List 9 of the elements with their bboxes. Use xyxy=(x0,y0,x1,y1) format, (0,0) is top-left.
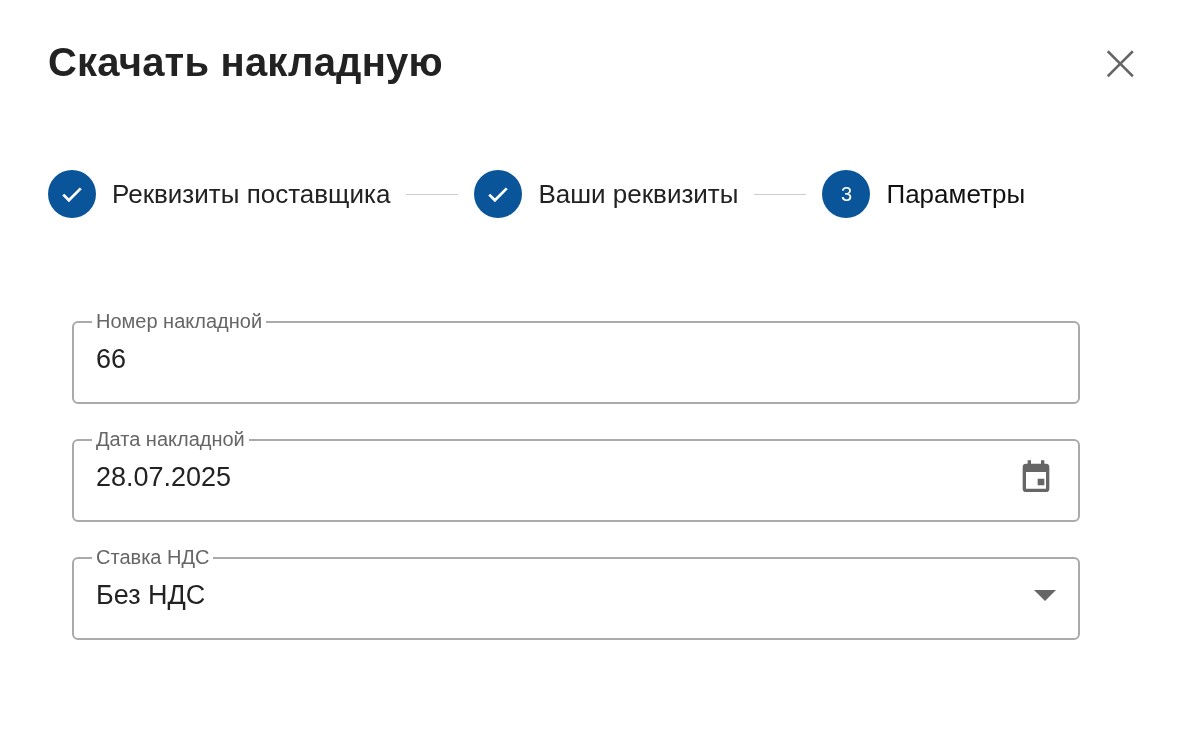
date-field[interactable]: Дата накладной 28.07.2025 xyxy=(72,428,1080,522)
step-label: Реквизиты поставщика xyxy=(112,178,391,210)
dropdown-caret-icon[interactable] xyxy=(1034,589,1056,601)
dialog-title: Скачать накладную xyxy=(48,39,443,85)
step-number: 3 xyxy=(822,170,871,218)
close-button[interactable]: × xyxy=(1090,36,1150,88)
step-label: Параметры xyxy=(886,178,1026,210)
step-label: Ваши реквизиты xyxy=(538,178,739,210)
input-field[interactable]: Номер накладной 66 xyxy=(72,310,1080,404)
